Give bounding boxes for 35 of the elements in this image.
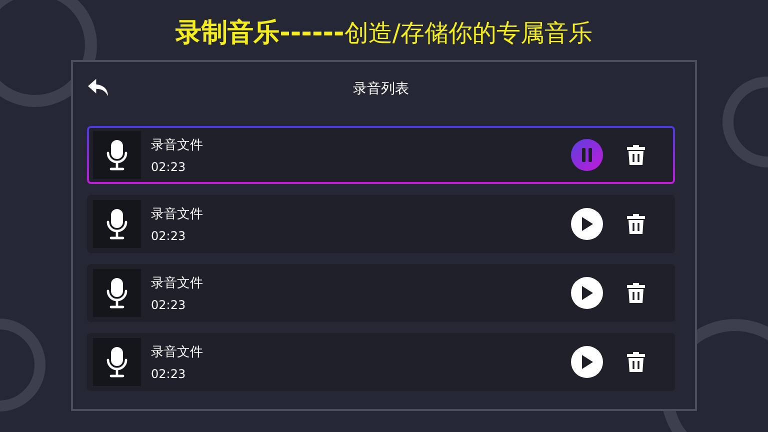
microphone-icon xyxy=(106,277,128,309)
recording-row[interactable]: 录音文件 02:23 xyxy=(87,126,675,184)
recording-duration: 02:23 xyxy=(151,298,187,312)
microphone-icon xyxy=(106,208,128,240)
recording-duration: 02:23 xyxy=(151,367,187,381)
recording-name: 录音文件 xyxy=(151,275,204,292)
recording-duration: 02:23 xyxy=(151,160,187,174)
play-button[interactable] xyxy=(571,208,603,240)
microphone-icon xyxy=(106,139,128,171)
delete-button[interactable] xyxy=(625,282,647,304)
recording-name: 录音文件 xyxy=(151,344,204,361)
pause-button[interactable] xyxy=(571,139,603,171)
play-icon xyxy=(581,286,593,300)
recording-name: 录音文件 xyxy=(151,137,204,154)
trash-icon xyxy=(627,214,645,234)
headline: 录制音乐------创造/存储你的专属音乐 xyxy=(176,17,592,50)
trash-icon xyxy=(627,145,645,165)
recording-row[interactable]: 录音文件 02:23 xyxy=(87,333,675,391)
trash-icon xyxy=(627,352,645,372)
recording-name: 录音文件 xyxy=(151,206,204,223)
recording-row[interactable]: 录音文件 02:23 xyxy=(87,264,675,322)
delete-button[interactable] xyxy=(625,351,647,373)
delete-button[interactable] xyxy=(625,213,647,235)
delete-button[interactable] xyxy=(625,144,647,166)
play-button[interactable] xyxy=(571,346,603,378)
play-icon xyxy=(581,355,593,369)
pause-icon xyxy=(581,148,593,162)
play-button[interactable] xyxy=(571,277,603,309)
recording-row[interactable]: 录音文件 02:23 xyxy=(87,195,675,253)
back-icon[interactable] xyxy=(87,78,109,98)
recording-duration: 02:23 xyxy=(151,229,187,243)
panel-title: 录音列表 xyxy=(353,80,409,98)
trash-icon xyxy=(627,283,645,303)
microphone-icon xyxy=(106,346,128,378)
play-icon xyxy=(581,217,593,231)
